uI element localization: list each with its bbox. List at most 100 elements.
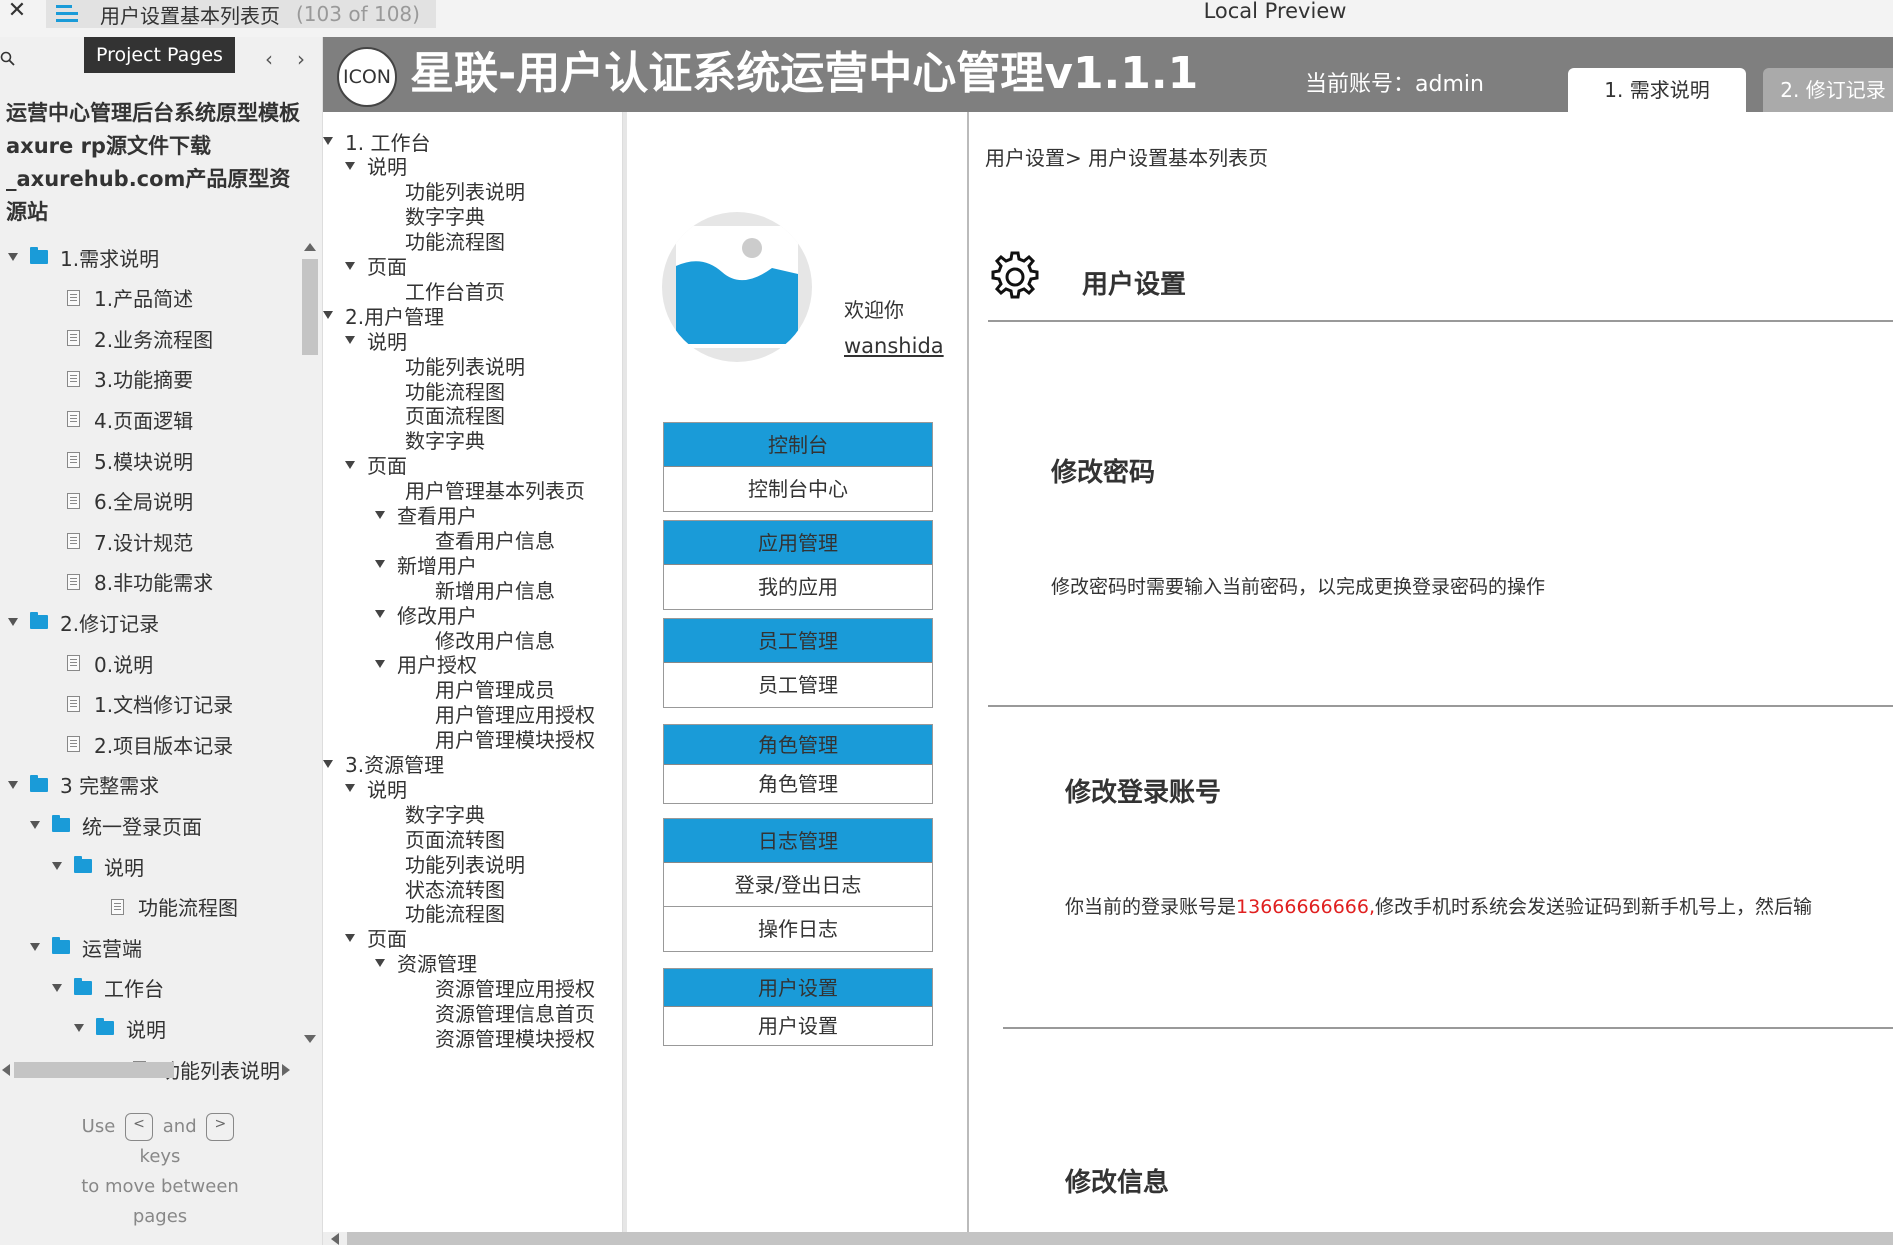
menu-group-header[interactable]: 员工管理 bbox=[664, 619, 932, 663]
menu-group-header[interactable]: 控制台 bbox=[664, 423, 932, 467]
tree-label: 0.说明 bbox=[94, 652, 154, 677]
tree-folder[interactable]: 工作台 bbox=[52, 968, 164, 1008]
sidebar-horizontal-scrollbar[interactable] bbox=[0, 1059, 300, 1081]
menu-item[interactable]: 操作日志 bbox=[664, 907, 932, 951]
menu-group-header[interactable]: 角色管理 bbox=[664, 725, 932, 765]
hamburger-menu-icon[interactable] bbox=[54, 3, 80, 25]
sidebar-vertical-scrollbar[interactable] bbox=[300, 237, 320, 1047]
folder-icon bbox=[74, 856, 92, 873]
tree-page[interactable]: 0.说明 bbox=[30, 643, 153, 683]
tree-page[interactable]: 1.文档修订记录 bbox=[30, 684, 233, 724]
tree-label: 1.文档修订记录 bbox=[94, 693, 234, 718]
tree-page[interactable]: 6.全局说明 bbox=[30, 481, 193, 521]
page-icon bbox=[67, 370, 80, 387]
page-icon bbox=[67, 736, 80, 753]
page-tree-label: 功能流程图 bbox=[405, 230, 505, 255]
tree-page[interactable]: 7.设计规范 bbox=[30, 521, 193, 561]
close-icon[interactable]: ✕ bbox=[4, 0, 30, 26]
current-page-tab[interactable]: 用户设置基本列表页 (103 of 108) bbox=[46, 0, 436, 28]
chevron-down-icon[interactable] bbox=[375, 659, 385, 668]
tree-folder[interactable]: 统一登录页面 bbox=[30, 805, 202, 845]
page-icon bbox=[67, 492, 80, 509]
scroll-left-icon[interactable] bbox=[331, 1233, 339, 1245]
tree-page[interactable]: 3.功能摘要 bbox=[30, 359, 193, 399]
chevron-down-icon[interactable] bbox=[345, 933, 355, 942]
scroll-thumb[interactable] bbox=[347, 1232, 1893, 1245]
page-count: (103 of 108) bbox=[296, 2, 420, 26]
chevron-down-icon[interactable] bbox=[345, 784, 355, 793]
tree-label: 说明 bbox=[126, 1017, 166, 1042]
tree-folder[interactable]: 说明 bbox=[52, 846, 144, 886]
scroll-right-icon[interactable] bbox=[282, 1064, 290, 1076]
tree-folder[interactable]: 1.需求说明 bbox=[8, 237, 159, 277]
menu-item[interactable]: 登录/登出日志 bbox=[664, 863, 932, 907]
divider bbox=[1003, 1027, 1893, 1029]
chevron-down-icon[interactable] bbox=[375, 958, 385, 967]
search-icon[interactable] bbox=[0, 51, 16, 67]
folder-icon bbox=[52, 937, 70, 955]
chevron-down-icon[interactable] bbox=[8, 618, 18, 627]
tab-revisions[interactable]: 2. 修订记录 bbox=[1763, 68, 1893, 112]
menu-item[interactable]: 控制台中心 bbox=[664, 467, 932, 511]
tree-label: 1.产品简述 bbox=[94, 287, 194, 312]
tree-label: 3 完整需求 bbox=[60, 774, 160, 799]
menu-item[interactable]: 角色管理 bbox=[664, 765, 932, 803]
chevron-down-icon[interactable] bbox=[345, 460, 355, 469]
chevron-down-icon[interactable] bbox=[30, 943, 40, 952]
menu-item[interactable]: 我的应用 bbox=[664, 565, 932, 609]
next-page-button[interactable]: › bbox=[292, 47, 310, 71]
chevron-down-icon[interactable] bbox=[323, 311, 333, 320]
chevron-down-icon[interactable] bbox=[8, 780, 18, 789]
chevron-down-icon[interactable] bbox=[74, 1024, 84, 1033]
tree-page[interactable]: 2.业务流程图 bbox=[30, 318, 213, 358]
menu-item[interactable]: 员工管理 bbox=[664, 663, 932, 707]
chevron-down-icon[interactable] bbox=[345, 161, 355, 170]
main-horizontal-scrollbar[interactable] bbox=[323, 1232, 1893, 1245]
logo-icon: ICON bbox=[337, 47, 397, 107]
username-link[interactable]: wanshida bbox=[844, 334, 944, 358]
chevron-down-icon[interactable] bbox=[323, 137, 333, 145]
chevron-down-icon[interactable] bbox=[375, 560, 385, 569]
menu-group-header[interactable]: 应用管理 bbox=[664, 521, 932, 565]
tree-folder[interactable]: 2.修订记录 bbox=[8, 602, 159, 642]
chevron-down-icon[interactable] bbox=[375, 610, 385, 619]
scroll-down-icon[interactable] bbox=[304, 1035, 316, 1043]
tree-page[interactable]: 8.非功能需求 bbox=[30, 562, 213, 602]
tree-folder[interactable]: 运营端 bbox=[30, 927, 142, 967]
menu-group-roles: 角色管理 角色管理 bbox=[663, 724, 933, 804]
chevron-down-icon[interactable] bbox=[345, 336, 355, 345]
tree-page[interactable]: 5.模块说明 bbox=[30, 440, 193, 480]
page-icon bbox=[67, 655, 80, 671]
page-tree-label: 功能流程图 bbox=[405, 902, 505, 927]
scroll-up-icon[interactable] bbox=[304, 243, 316, 251]
chevron-down-icon[interactable] bbox=[52, 983, 62, 992]
tree-label: 6.全局说明 bbox=[94, 490, 194, 515]
page-tree-item[interactable]: 资源管理模块授权 bbox=[405, 1022, 595, 1052]
menu-group-header[interactable]: 用户设置 bbox=[664, 969, 932, 1007]
chevron-down-icon[interactable] bbox=[375, 510, 385, 519]
chevron-down-icon[interactable] bbox=[30, 821, 40, 830]
tree-page[interactable]: 2.项目版本记录 bbox=[30, 724, 233, 764]
scroll-thumb[interactable] bbox=[14, 1062, 174, 1078]
tree-label: 7.设计规范 bbox=[94, 530, 194, 555]
tree-label: 2.业务流程图 bbox=[94, 327, 214, 352]
menu-group-logs: 日志管理 登录/登出日志 操作日志 bbox=[663, 818, 933, 952]
chevron-down-icon[interactable] bbox=[52, 862, 62, 870]
tree-page[interactable]: 4.页面逻辑 bbox=[30, 399, 193, 439]
tab-requirements[interactable]: 1. 需求说明 bbox=[1568, 68, 1746, 112]
tree-page[interactable]: 功能流程图 bbox=[74, 887, 238, 927]
scroll-thumb[interactable] bbox=[302, 259, 318, 355]
tree-folder[interactable]: 3 完整需求 bbox=[8, 765, 159, 805]
prev-page-button[interactable]: ‹ bbox=[260, 47, 278, 71]
main-content: 用户设置> 用户设置基本列表页 用户设置 修改密码 修改密码时需要输入当前密码，… bbox=[969, 112, 1893, 1232]
menu-item[interactable]: 用户设置 bbox=[664, 1007, 932, 1045]
tree-folder[interactable]: 说明 bbox=[74, 1008, 166, 1048]
chevron-down-icon[interactable] bbox=[323, 759, 333, 768]
chevron-down-icon[interactable] bbox=[345, 261, 355, 270]
tree-page[interactable]: 1.产品简述 bbox=[30, 278, 193, 318]
image-placeholder-icon bbox=[676, 226, 798, 348]
page-tree-label: 用户管理模块授权 bbox=[435, 728, 595, 753]
menu-group-header[interactable]: 日志管理 bbox=[664, 819, 932, 863]
scroll-left-icon[interactable] bbox=[2, 1064, 10, 1076]
chevron-down-icon[interactable] bbox=[8, 253, 18, 261]
